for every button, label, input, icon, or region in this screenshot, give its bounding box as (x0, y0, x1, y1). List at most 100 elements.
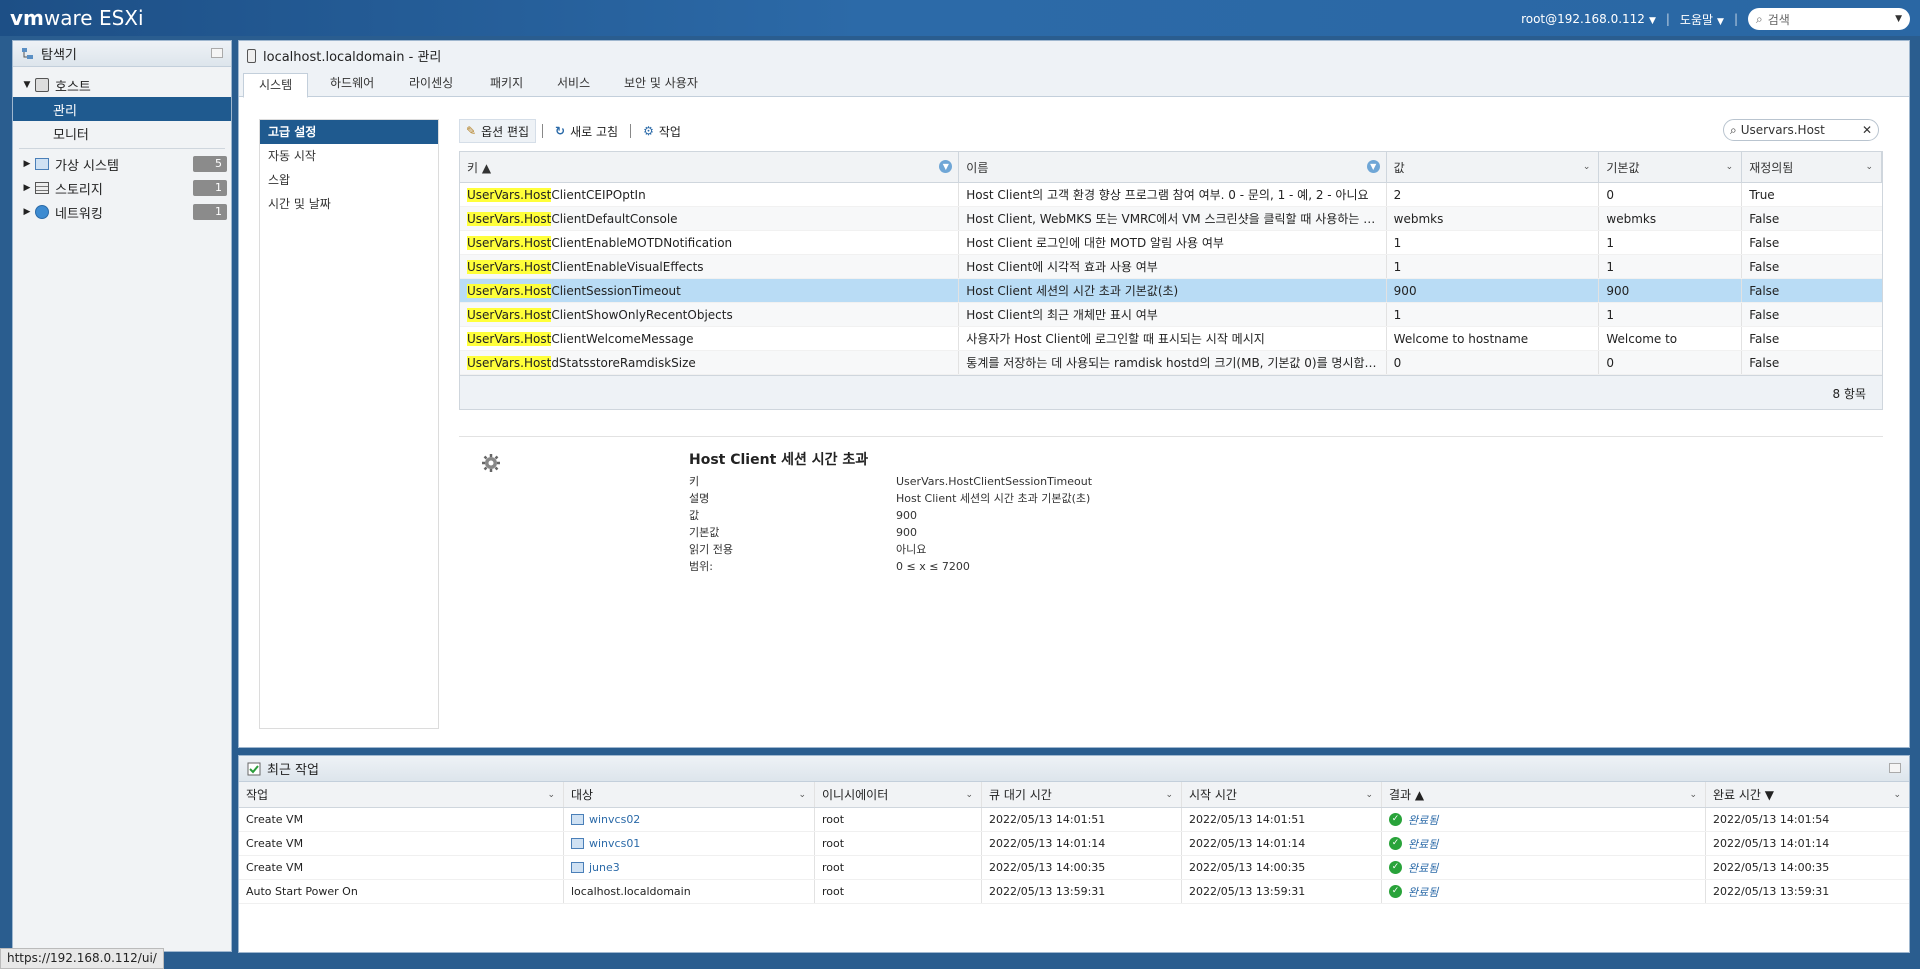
chevron-down-icon[interactable]: ⌄ (1689, 790, 1697, 800)
column-name[interactable]: 이름 ▼ (959, 152, 1387, 182)
table-header: 키 ▲ ▼ 이름 ▼ 값 ⌄ 기본값 ⌄ 재정의됨 ⌄ (460, 152, 1882, 183)
check-circle-icon: ✓ (1389, 861, 1402, 874)
vm-icon (571, 838, 584, 849)
column-key[interactable]: 키 ▲ ▼ (460, 152, 960, 182)
expand-arrow-icon[interactable]: ▶ (19, 207, 35, 217)
tab-licensing[interactable]: 라이센싱 (394, 72, 468, 97)
task-row[interactable]: Auto Start Power On localhost.localdomai… (239, 880, 1909, 904)
column-task[interactable]: 작업 ⌄ (239, 782, 564, 807)
nav-storage[interactable]: ▶ 스토리지 1 (13, 176, 231, 200)
chevron-down-icon[interactable]: ⌄ (1165, 790, 1173, 800)
tab-security-users[interactable]: 보안 및 사용자 (609, 72, 713, 97)
table-row-selected[interactable]: UserVars.Host ClientSessionTimeout Host C… (460, 279, 1882, 303)
tab-packages[interactable]: 패키지 (475, 72, 538, 97)
target-link[interactable]: june3 (589, 861, 620, 874)
actions-button[interactable]: ⚙ 작업 (637, 119, 687, 143)
column-queued[interactable]: 큐 대기 시간 ⌄ (982, 782, 1182, 807)
chevron-down-icon: ▼ (1717, 16, 1724, 27)
vm-icon (35, 158, 49, 170)
field-value: Host Client 세션의 시간 초과 기본값(초) (896, 492, 1091, 505)
nav-host[interactable]: ▼ 호스트 (13, 73, 231, 97)
top-bar: vmware ESXi root@192.168.0.112 ▼ | 도움말 ▼ |… (0, 0, 1920, 36)
column-result[interactable]: 결과 ▲ ⌄ (1382, 782, 1706, 807)
column-overridden[interactable]: 재정의됨 ⌄ (1742, 152, 1882, 182)
chevron-down-icon[interactable]: ⌄ (1583, 162, 1591, 172)
collapse-panel-button[interactable] (211, 48, 223, 58)
chevron-down-icon[interactable]: ⌄ (965, 790, 973, 800)
nav-manage[interactable]: 관리 (13, 97, 231, 121)
chevron-down-icon[interactable]: ⌄ (1865, 162, 1873, 172)
clear-filter-icon[interactable]: ✕ (1862, 123, 1872, 137)
refresh-button[interactable]: ↻ 새로 고침 (549, 119, 624, 143)
column-initiator[interactable]: 이니시에이터 ⌄ (815, 782, 982, 807)
menu-advanced-settings[interactable]: 고급 설정 (260, 120, 438, 144)
field-value: 900 (896, 509, 917, 522)
expand-arrow-icon[interactable]: ▶ (19, 183, 35, 193)
chevron-down-icon[interactable]: ⌄ (1365, 790, 1373, 800)
field-value: 900 (896, 526, 917, 539)
nav-monitor[interactable]: 모니터 (13, 121, 231, 145)
column-started[interactable]: 시작 시간 ⌄ (1182, 782, 1382, 807)
menu-autostart[interactable]: 자동 시작 (260, 144, 438, 168)
user-menu[interactable]: root@192.168.0.112 ▼ (1521, 12, 1656, 26)
field-value: UserVars.HostClientSessionTimeout (896, 475, 1093, 488)
field-value: 0 ≤ x ≤ 7200 (896, 560, 970, 573)
check-circle-icon: ✓ (1389, 837, 1402, 850)
vmware-esxi-logo: vmware ESXi (10, 6, 144, 30)
column-default[interactable]: 기본값 ⌄ (1599, 152, 1743, 182)
tab-services[interactable]: 서비스 (542, 72, 605, 97)
field-label: 읽기 전용 (689, 543, 733, 556)
expand-arrow-icon[interactable]: ▼ (19, 80, 35, 90)
column-value[interactable]: 값 ⌄ (1387, 152, 1600, 182)
nav-virtual-machines[interactable]: ▶ 가상 시스템 5 (13, 152, 231, 176)
chevron-down-icon[interactable]: ⌄ (1726, 162, 1734, 172)
table-row[interactable]: UserVars.Host ClientShowOnlyRecentObjects… (460, 303, 1882, 327)
task-row[interactable]: Create VM june3 root 2022/05/13 14:00:35… (239, 856, 1909, 880)
table-row[interactable]: UserVars.Host ClientEnableVisualEffects H… (460, 255, 1882, 279)
network-count-badge: 1 (193, 204, 227, 220)
advanced-settings-table: 키 ▲ ▼ 이름 ▼ 값 ⌄ 기본값 ⌄ 재정의됨 ⌄ UserVars.Host Clie… (459, 151, 1883, 410)
column-target[interactable]: 대상 ⌄ (564, 782, 815, 807)
help-menu[interactable]: 도움말 ▼ (1680, 11, 1724, 28)
field-label: 값 (689, 509, 700, 522)
chevron-down-icon[interactable]: ⌄ (1893, 790, 1901, 800)
toolbar: ✎ 옵션 편집 ↻ 새로 고침 ⚙ 작업 (459, 119, 687, 143)
host-icon (35, 78, 49, 92)
menu-swap[interactable]: 스왑 (260, 168, 438, 192)
table-row[interactable]: UserVars.Host ClientEnableMOTDNotificatio… (460, 231, 1882, 255)
navigator-icon (22, 47, 33, 59)
target-link[interactable]: winvcs02 (589, 813, 640, 826)
menu-time-date[interactable]: 시간 및 날짜 (260, 192, 438, 216)
chevron-down-icon[interactable]: ▼ (939, 160, 953, 173)
nav-networking[interactable]: ▶ 네트워킹 1 (13, 200, 231, 224)
edit-option-button[interactable]: ✎ 옵션 편집 (459, 119, 537, 143)
target-link[interactable]: winvcs01 (589, 837, 640, 850)
tab-system[interactable]: 시스템 (243, 73, 309, 98)
tasks-icon (247, 762, 261, 775)
detail-title: Host Client 세션 시간 초과 (689, 452, 869, 468)
field-label: 키 (689, 475, 700, 488)
chevron-down-icon[interactable]: ▼ (1366, 160, 1380, 173)
task-row[interactable]: Create VM winvcs02 root 2022/05/13 14:01… (239, 808, 1909, 832)
vm-icon (571, 814, 584, 825)
task-row[interactable]: Create VM winvcs01 root 2022/05/13 14:01… (239, 832, 1909, 856)
tab-hardware[interactable]: 하드웨어 (315, 72, 389, 97)
chevron-down-icon[interactable]: ⌄ (547, 790, 555, 800)
chevron-down-icon[interactable]: ▼ (1895, 14, 1902, 24)
collapse-panel-button[interactable] (1889, 763, 1901, 773)
global-search-input[interactable]: ⌕ 검색 ▼ (1748, 8, 1910, 30)
table-row[interactable]: UserVars.Host ClientDefaultConsole Host C… (460, 207, 1882, 231)
table-row[interactable]: UserVars.Host dStatsstoreRamdiskSize 통계를 … (460, 351, 1882, 375)
table-row[interactable]: UserVars.Host ClientWelcomeMessage 사용자가 H… (460, 327, 1882, 351)
table-row[interactable]: UserVars.Host ClientCEIPOptIn Host Client… (460, 183, 1882, 207)
expand-arrow-icon[interactable]: ▶ (19, 159, 35, 169)
recent-tasks-panel: 최근 작업 작업 ⌄ 대상 ⌄ 이니시에이터 ⌄ 큐 대기 시간 ⌄ 시작 시간 ⌄ 결과… (238, 755, 1910, 953)
pencil-icon: ✎ (466, 124, 477, 138)
chevron-down-icon[interactable]: ⌄ (798, 790, 806, 800)
column-completed[interactable]: 완료 시간 ▼ ⌄ (1706, 782, 1909, 807)
filter-input[interactable]: ⌕ Uservars.Host ✕ (1723, 119, 1879, 141)
check-circle-icon: ✓ (1389, 885, 1402, 898)
field-label: 기본값 (689, 526, 720, 539)
navigator-header: 탐색기 (13, 41, 231, 67)
separator (630, 124, 632, 138)
